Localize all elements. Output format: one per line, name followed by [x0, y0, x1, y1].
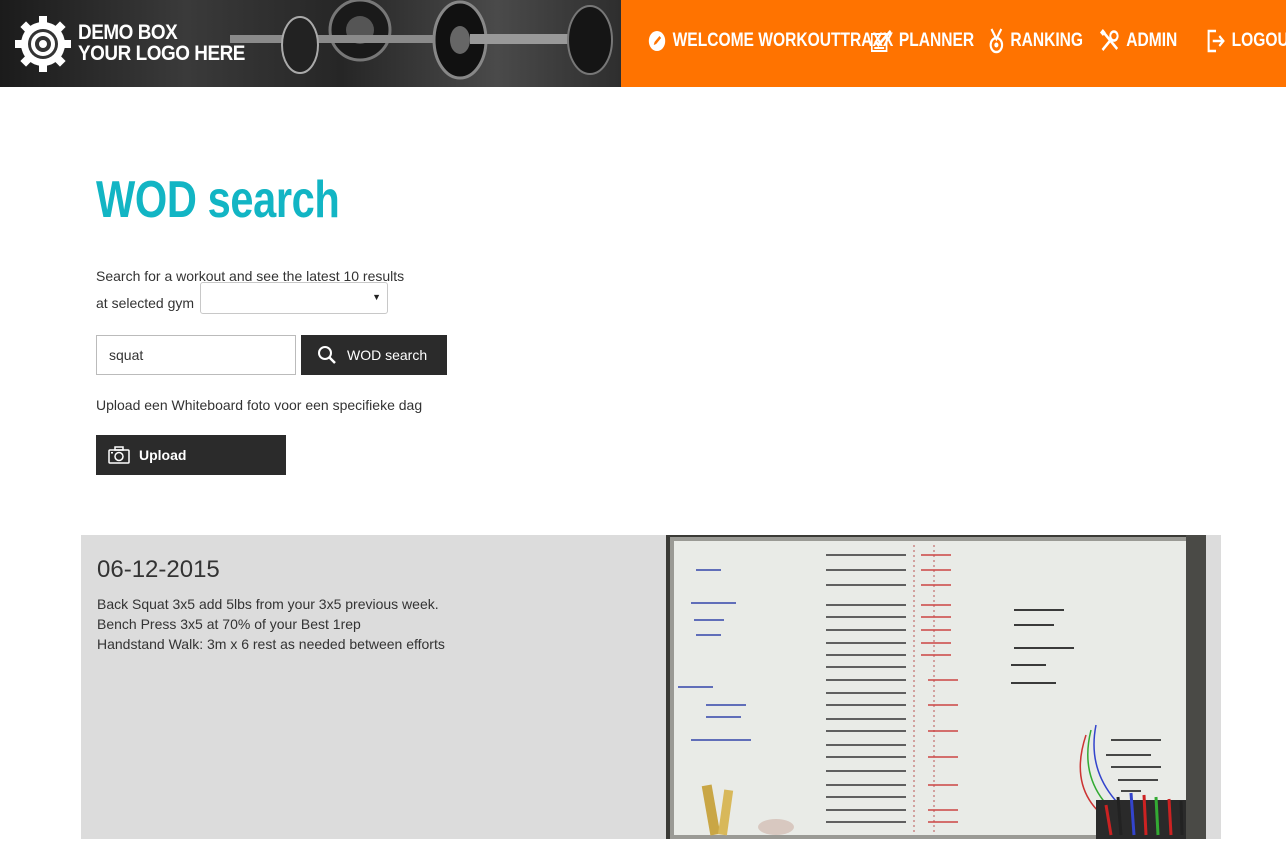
tools-icon [1100, 29, 1119, 52]
nav-logout[interactable]: LOGOUT [1207, 27, 1286, 55]
whiteboard-photo[interactable] [666, 535, 1206, 839]
result-date: 06-12-2015 [97, 556, 220, 583]
top-nav: WELCOME WORKOUTTRAXX PLANNER RANKING ADM… [621, 0, 1286, 87]
nav-welcome[interactable]: WELCOME WORKOUTTRAXX [648, 27, 893, 55]
result-line: Back Squat 3x5 add 5lbs from your 3x5 pr… [97, 596, 439, 612]
logout-icon [1207, 29, 1225, 53]
header-banner: DEMO BOX YOUR LOGO HERE [0, 0, 621, 87]
upload-button[interactable]: Upload [96, 435, 286, 475]
nav-ranking-label: RANKING [1010, 30, 1084, 51]
nav-admin[interactable]: ADMIN [1100, 27, 1177, 55]
nav-ranking[interactable]: RANKING [989, 27, 1083, 55]
gym-select[interactable]: ▼ [200, 282, 388, 314]
checklist-icon [871, 29, 892, 52]
nav-planner-label: PLANNER [898, 30, 975, 51]
logo-line-1: DEMO BOX [78, 21, 178, 44]
site-header: DEMO BOX YOUR LOGO HERE WELCOME WORKOUTT… [0, 0, 1286, 87]
wod-search-button[interactable]: WOD search [301, 335, 447, 375]
logo-text[interactable]: DEMO BOX YOUR LOGO HERE [78, 22, 245, 64]
chevron-down-icon: ▼ [372, 292, 381, 302]
wod-search-input[interactable] [96, 335, 296, 375]
result-description: Back Squat 3x5 add 5lbs from your 3x5 pr… [97, 594, 445, 654]
logo-line-2: YOUR LOGO HERE [78, 42, 245, 65]
nav-welcome-label: WELCOME WORKOUTTRAXX [672, 30, 894, 51]
camera-icon [108, 446, 130, 464]
wod-search-button-label: WOD search [347, 347, 428, 363]
search-icon [318, 346, 336, 364]
page-title: WOD search [96, 171, 340, 229]
result-line: Bench Press 3x5 at 70% of your Best 1rep [97, 616, 361, 632]
nav-logout-label: LOGOUT [1231, 30, 1286, 51]
nav-admin-label: ADMIN [1126, 30, 1178, 51]
logo-gear-icon [15, 16, 71, 72]
upload-instructions: Upload een Whiteboard foto voor een spec… [96, 397, 423, 413]
upload-button-label: Upload [139, 447, 187, 463]
wod-result-card: 06-12-2015 Back Squat 3x5 add 5lbs from … [81, 535, 1221, 839]
medal-icon [989, 28, 1004, 54]
pencil-icon [648, 31, 666, 51]
result-line: Handstand Walk: 3m x 6 rest as needed be… [97, 636, 445, 652]
nav-planner[interactable]: PLANNER [871, 27, 974, 55]
